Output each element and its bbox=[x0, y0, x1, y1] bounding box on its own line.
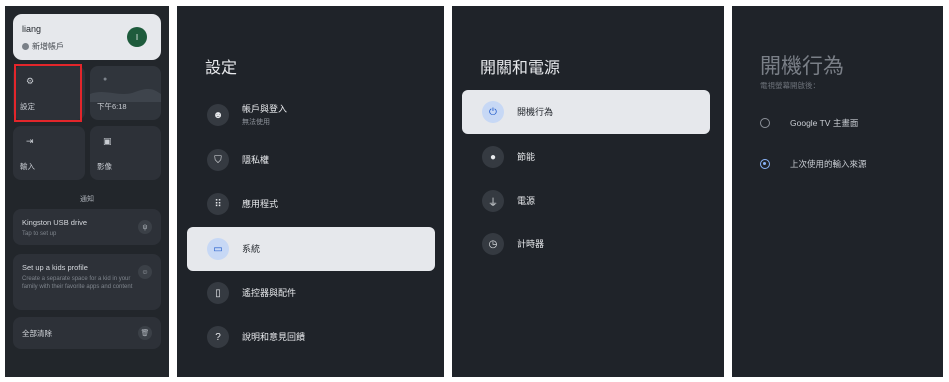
notification-title: Set up a kids profile bbox=[22, 263, 88, 272]
notification-title: Kingston USB drive bbox=[22, 218, 88, 227]
tv-icon: ▭ bbox=[207, 238, 229, 260]
clear-all-button[interactable]: 全部清除 🗑 bbox=[13, 317, 161, 349]
apps-grid-icon: ⠿ bbox=[207, 193, 229, 215]
account-card[interactable]: liang 新增帳戶 l bbox=[13, 14, 161, 60]
tile-input-label: 輸入 bbox=[20, 162, 35, 171]
power-on-behavior-panel: 開機行為 電視螢幕開啟後： Google TV 主畫面 上次使用的輸入來源 bbox=[732, 6, 943, 377]
menu-item-label: 帳戶與登入 bbox=[242, 104, 288, 114]
page-title: 開關和電源 bbox=[480, 60, 561, 77]
notification-subtitle: Create a separate space for a kid in you… bbox=[22, 276, 133, 290]
tile-picture-label: 影像 bbox=[97, 162, 112, 171]
menu-item-remotes[interactable]: ▯ 遙控器與配件 bbox=[187, 271, 435, 315]
menu-item-system[interactable]: ▭ 系統 bbox=[187, 227, 435, 271]
account-icon: ☻ bbox=[207, 104, 229, 126]
trash-icon: 🗑 bbox=[138, 326, 152, 340]
add-icon bbox=[22, 43, 29, 50]
radio-button[interactable] bbox=[760, 159, 770, 169]
notification-subtitle: Tap to set up bbox=[22, 231, 57, 237]
shield-icon: ⛉ bbox=[207, 149, 229, 171]
notifications-header: 通知 bbox=[80, 196, 94, 203]
menu-item-privacy[interactable]: ⛉ 隱私權 bbox=[187, 138, 435, 182]
notification-kids-profile[interactable]: Set up a kids profile Create a separate … bbox=[13, 254, 161, 310]
notification-usb[interactable]: Kingston USB drive Tap to set up ψ bbox=[13, 209, 161, 245]
menu-item-energy-saving[interactable]: ● 節能 bbox=[462, 135, 710, 179]
menu-item-label: 應用程式 bbox=[242, 199, 279, 209]
menu-item-power-on-behavior[interactable]: ⏻ 開機行為 bbox=[462, 90, 710, 134]
plug-icon: ⏚ bbox=[482, 190, 504, 212]
help-icon: ? bbox=[207, 326, 229, 348]
avatar[interactable]: l bbox=[127, 27, 147, 47]
page-title: 設定 bbox=[205, 60, 238, 77]
menu-item-account[interactable]: ☻ 帳戶與登入 無法使用 bbox=[187, 93, 435, 137]
input-icon: ⇥ bbox=[26, 136, 34, 146]
kids-icon: ☺ bbox=[138, 265, 152, 279]
remote-icon: ▯ bbox=[207, 282, 229, 304]
weather-icon: ● bbox=[103, 76, 108, 83]
radio-button[interactable] bbox=[760, 118, 770, 128]
tile-picture[interactable]: ▣ 影像 bbox=[90, 126, 161, 180]
clock-icon: ◷ bbox=[482, 233, 504, 255]
weather-graphic bbox=[90, 88, 161, 102]
menu-item-label: 計時器 bbox=[517, 239, 545, 249]
power-panel: 開關和電源 ⏻ 開機行為 ● 節能 ⏚ 電源 ◷ 計時器 bbox=[452, 6, 724, 377]
tile-clock[interactable]: ● 下午6:18 bbox=[90, 66, 161, 120]
menu-item-power[interactable]: ⏚ 電源 bbox=[462, 179, 710, 223]
page-title: 開機行為 bbox=[760, 55, 844, 78]
settings-panel: 設定 ☻ 帳戶與登入 無法使用 ⛉ 隱私權 ⠿ 應用程式 ▭ 系統 ▯ 遙控器與… bbox=[177, 6, 444, 377]
menu-item-label: 遙控器與配件 bbox=[242, 288, 297, 298]
menu-item-apps[interactable]: ⠿ 應用程式 bbox=[187, 182, 435, 226]
add-account-label: 新增帳戶 bbox=[32, 42, 64, 51]
menu-item-label: 電源 bbox=[517, 196, 536, 206]
power-icon: ⏻ bbox=[482, 101, 504, 123]
account-name: liang bbox=[22, 24, 42, 34]
selection-highlight bbox=[14, 64, 82, 122]
option-last-input[interactable]: 上次使用的輸入來源 bbox=[760, 158, 867, 170]
menu-item-label: 開機行為 bbox=[517, 107, 554, 117]
menu-item-help[interactable]: ? 說明和意見回饋 bbox=[187, 315, 435, 359]
menu-item-sublabel: 無法使用 bbox=[242, 119, 270, 126]
picture-icon: ▣ bbox=[103, 136, 112, 146]
tile-clock-label: 下午6:18 bbox=[97, 102, 127, 111]
add-account-link[interactable]: 新增帳戶 bbox=[22, 41, 64, 52]
usb-icon: ψ bbox=[138, 220, 152, 234]
tile-input[interactable]: ⇥ 輸入 bbox=[13, 126, 85, 180]
menu-item-timers[interactable]: ◷ 計時器 bbox=[462, 222, 710, 266]
clear-all-label: 全部清除 bbox=[22, 329, 52, 338]
option-google-tv-home[interactable]: Google TV 主畫面 bbox=[760, 117, 858, 129]
bulb-icon: ● bbox=[482, 146, 504, 168]
quick-settings-panel: liang 新增帳戶 l ⚙ 設定 ● 下午6:18 ⇥ 輸入 ▣ 影像 通知 … bbox=[5, 6, 169, 377]
menu-item-label: 說明和意見回饋 bbox=[242, 332, 306, 342]
menu-item-label: 節能 bbox=[517, 152, 536, 162]
option-label: Google TV 主畫面 bbox=[790, 118, 859, 128]
page-subtitle: 電視螢幕開啟後： bbox=[760, 81, 820, 90]
menu-item-label: 系統 bbox=[242, 244, 261, 254]
menu-item-label: 隱私權 bbox=[242, 155, 270, 165]
option-label: 上次使用的輸入來源 bbox=[790, 159, 867, 169]
